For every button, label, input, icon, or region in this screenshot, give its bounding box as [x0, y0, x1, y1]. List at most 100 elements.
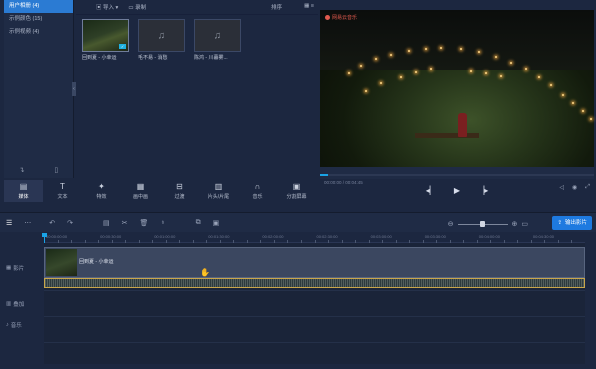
- zoom-out-icon[interactable]: ⊖: [448, 220, 454, 228]
- track-label: 音乐: [10, 323, 22, 329]
- horizontal-scrollbar[interactable]: [44, 364, 585, 369]
- preview-sky: [320, 10, 594, 70]
- snapshot-icon[interactable]: ◉: [572, 184, 577, 191]
- light-dot: [582, 110, 584, 112]
- video-track[interactable]: 回到夏 - 小幸运: [44, 243, 585, 291]
- video-thumbnail: ✓: [82, 19, 129, 52]
- ruler-tick-label: 00:04:00:00: [478, 234, 500, 239]
- light-dot: [562, 94, 564, 96]
- tab-transition[interactable]: ⊟ 过渡: [160, 180, 199, 202]
- progress-track[interactable]: [320, 174, 594, 176]
- light-dot: [415, 71, 417, 73]
- effects-icon: ✦: [98, 181, 105, 191]
- export-label: 输出影片: [564, 220, 587, 226]
- zoom-slider[interactable]: [457, 220, 508, 227]
- intro-icon: ▥: [214, 181, 223, 191]
- bench: [415, 133, 479, 138]
- ruler-tick-label: 00:02:00:00: [262, 234, 284, 239]
- library-item-user-album[interactable]: 用户相册 (4): [4, 0, 73, 13]
- feature-tabs: ▤ 媒体 T 文本 ✦ 特效 ▦ 画中画 ⊟ 过渡 ▥ 片头/片尾 ∩ 音乐 ▣ 分割屏幕: [4, 180, 318, 202]
- playback-bar[interactable]: 00:00:00 / 00:04:45: [320, 167, 594, 185]
- tab-text[interactable]: T 文本: [43, 180, 82, 202]
- tab-label: 分割屏幕: [286, 193, 307, 200]
- audio-thumbnail: ♫: [194, 19, 241, 52]
- preview-window[interactable]: 网易云音乐: [320, 10, 594, 167]
- light-dot: [590, 118, 592, 120]
- fit-icon[interactable]: ⧉: [196, 219, 201, 227]
- tab-label: 过渡: [174, 193, 185, 200]
- library-item-sample-colors[interactable]: 示例颜色 (15): [4, 13, 73, 26]
- media-thumbnails: ✓ 回到夏 - 小幸运 ♫ 毛不易 - 消愁 ♫ 陈鸿 - 川暮雾...: [76, 15, 318, 65]
- netease-logo-icon: [325, 15, 330, 20]
- timeline-ruler[interactable]: 00:00:00:00 00:00:30:00 00:01:00:00 00:01:3…: [44, 233, 585, 243]
- microphone-icon[interactable]: ♁: [160, 219, 165, 226]
- overlay-icon: ▥: [6, 301, 12, 307]
- video-clip[interactable]: 回到夏 - 小幸运: [44, 247, 585, 278]
- media-item-audio[interactable]: ♫ 陈鸿 - 川暮雾...: [194, 19, 241, 61]
- tab-effects[interactable]: ✦ 特效: [82, 180, 121, 202]
- edit-clip-icon[interactable]: ▤: [103, 219, 110, 227]
- light-dot: [460, 48, 462, 50]
- video-editor-window: 用户相册 (4) 示例颜色 (15) 示例视频 (4) ↴ ▯ ‹ ▣ 导入 ▾…: [0, 0, 596, 369]
- light-dot: [525, 68, 527, 70]
- snapshot-tool-icon[interactable]: ▣: [213, 219, 220, 227]
- tab-label: 片头/片尾: [207, 193, 230, 200]
- record-label: 录制: [135, 5, 147, 11]
- tab-music[interactable]: ∩ 音乐: [238, 180, 277, 202]
- timeline-view-icon[interactable]: ☰: [6, 219, 12, 227]
- zoom-in-icon[interactable]: ⊕: [512, 220, 518, 228]
- media-item-audio[interactable]: ♫ 毛不易 - 消愁: [138, 19, 185, 61]
- zoom-knob[interactable]: [479, 220, 485, 227]
- light-dot: [380, 82, 382, 84]
- light-dot: [400, 76, 402, 78]
- preview-frame: [320, 10, 594, 167]
- clip-name: 回到夏 - 小幸运: [79, 259, 114, 265]
- timeline-tracks[interactable]: 回到夏 - 小幸运: [44, 243, 585, 369]
- next-frame-icon[interactable]: ▕▸: [478, 186, 488, 195]
- watermark: 网易云音乐: [325, 14, 357, 21]
- ruler-tick-label: 00:03:30:00: [424, 234, 446, 239]
- music-note-icon: ♪: [6, 322, 9, 328]
- import-icon[interactable]: ↴: [19, 166, 25, 174]
- redo-icon[interactable]: ↷: [67, 219, 73, 227]
- film-icon: ▦: [6, 265, 12, 271]
- vertical-scrollbar[interactable]: [585, 243, 596, 369]
- clip-audio-waveform[interactable]: [44, 278, 585, 288]
- grid-view-icon[interactable]: ▦ ≡: [304, 3, 314, 11]
- progress-fill: [320, 174, 329, 176]
- play-icon[interactable]: ▶: [454, 186, 460, 195]
- library-item-sample-videos[interactable]: 示例视频 (4): [4, 26, 73, 39]
- music-note-icon: ♫: [157, 30, 166, 41]
- storyboard-view-icon[interactable]: ⋯: [24, 219, 31, 227]
- fit-timeline-icon[interactable]: ▭: [521, 220, 528, 228]
- light-dot: [550, 84, 552, 86]
- media-item-label: 回到夏 - 小幸运: [82, 55, 117, 61]
- tab-intro[interactable]: ▥ 片头/片尾: [199, 180, 238, 202]
- prev-frame-icon[interactable]: ◂▏: [426, 186, 436, 195]
- delete-icon[interactable]: 🗑: [140, 219, 149, 227]
- view-toggle-group: ☰ ⋯: [6, 219, 31, 227]
- light-dot: [365, 90, 367, 92]
- new-file-icon[interactable]: ▯: [54, 166, 58, 174]
- edit-tools: ↶ ↷ ▤ ✂ 🗑 ♁ ⧉ ▣: [49, 219, 219, 227]
- tab-media[interactable]: ▤ 媒体: [4, 180, 43, 202]
- cut-icon[interactable]: ✂: [122, 219, 128, 227]
- record-button[interactable]: ▭ 录制: [128, 3, 146, 11]
- media-item-video[interactable]: ✓ 回到夏 - 小幸运: [82, 19, 129, 61]
- export-button[interactable]: ⇪ 输出影片: [552, 216, 592, 230]
- import-button[interactable]: ▣ 导入 ▾: [96, 3, 118, 11]
- tab-splitscreen[interactable]: ▣ 分割屏幕: [277, 180, 316, 202]
- splitscreen-icon: ▣: [292, 181, 301, 191]
- tab-pip[interactable]: ▦ 画中画: [121, 180, 160, 202]
- fullscreen-icon[interactable]: ⤢: [585, 184, 590, 191]
- person-figure: [458, 113, 467, 137]
- audio-thumbnail: ♫: [138, 19, 185, 52]
- overlay-track[interactable]: [44, 291, 585, 317]
- volume-icon[interactable]: ◁: [559, 184, 564, 191]
- undo-icon[interactable]: ↶: [49, 219, 55, 227]
- music-track[interactable]: [44, 317, 585, 343]
- track-label: 影片: [13, 266, 25, 272]
- library-sidebar: 用户相册 (4) 示例颜色 (15) 示例视频 (4) ↴ ▯: [4, 0, 74, 178]
- playback-controls: ◂▏ ▶ ▕▸ ◁ ◉ ⤢: [320, 179, 594, 201]
- sort-button[interactable]: 排序: [271, 3, 282, 11]
